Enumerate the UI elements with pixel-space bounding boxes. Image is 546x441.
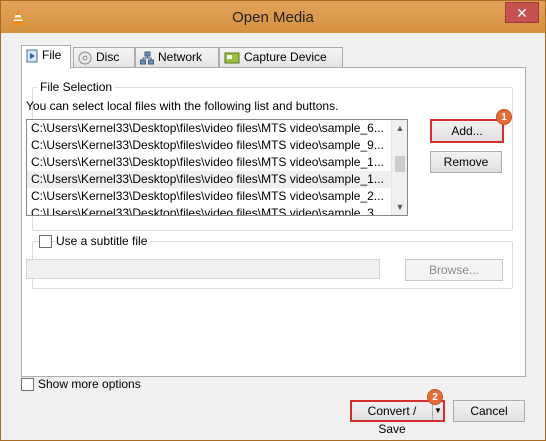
disc-icon <box>78 51 92 65</box>
open-media-window: Open Media ✕ File Disc Network Capture D… <box>0 0 546 441</box>
window-title: Open Media <box>232 9 314 26</box>
subtitle-checkbox[interactable] <box>39 235 52 248</box>
file-list-item[interactable]: C:\Users\Kernel33\Desktop\files\video fi… <box>27 120 393 137</box>
remove-file-button[interactable]: Remove <box>430 151 502 173</box>
file-list[interactable]: C:\Users\Kernel33\Desktop\files\video fi… <box>26 119 408 216</box>
tab-network[interactable]: Network <box>135 47 219 68</box>
file-icon <box>26 49 38 63</box>
tab-disc-label: Disc <box>96 50 120 64</box>
close-button[interactable]: ✕ <box>505 2 539 23</box>
scroll-up-icon[interactable]: ▲ <box>392 120 407 136</box>
file-selection-title: File Selection <box>37 80 116 94</box>
tab-capture-device[interactable]: Capture Device <box>219 47 343 68</box>
scroll-down-icon[interactable]: ▼ <box>392 199 407 215</box>
file-list-item[interactable]: C:\Users\Kernel33\Desktop\files\video fi… <box>27 137 393 154</box>
file-list-item[interactable]: C:\Users\Kernel33\Desktop\files\video fi… <box>27 154 393 171</box>
convert-save-button[interactable]: Convert / Save <box>354 402 430 436</box>
title-bar[interactable]: Open Media ✕ <box>1 1 545 33</box>
tab-file-label: File <box>42 48 62 62</box>
cancel-button[interactable]: Cancel <box>453 400 525 422</box>
tab-disc[interactable]: Disc <box>73 47 135 68</box>
close-icon: ✕ <box>516 5 528 21</box>
step-2-badge: 2 <box>427 389 443 405</box>
subtitle-checkbox-label: Use a subtitle file <box>56 234 151 248</box>
network-icon <box>140 51 154 65</box>
dialog-content: File Disc Network Capture Device File Se… <box>7 33 539 436</box>
browse-subtitle-button[interactable]: Browse... <box>405 259 503 281</box>
file-selection-hint: You can select local files with the foll… <box>26 99 339 113</box>
add-files-button[interactable]: Add... <box>430 119 504 143</box>
file-list-scrollbar[interactable]: ▲ ▼ <box>391 120 407 215</box>
step-1-badge: 1 <box>496 109 512 125</box>
tab-capture-device-label: Capture Device <box>244 50 327 64</box>
file-list-item[interactable]: C:\Users\Kernel33\Desktop\files\video fi… <box>27 205 393 215</box>
file-list-item[interactable]: C:\Users\Kernel33\Desktop\files\video fi… <box>27 171 393 188</box>
file-list-item[interactable]: C:\Users\Kernel33\Desktop\files\video fi… <box>27 188 393 205</box>
show-more-options-label: Show more options <box>38 377 141 391</box>
show-more-options-checkbox[interactable] <box>21 378 34 391</box>
tab-network-label: Network <box>158 50 203 64</box>
scroll-thumb[interactable] <box>395 156 405 172</box>
capture-device-icon <box>224 52 240 64</box>
tab-file[interactable]: File <box>21 45 71 69</box>
subtitle-path-input[interactable] <box>26 259 380 279</box>
